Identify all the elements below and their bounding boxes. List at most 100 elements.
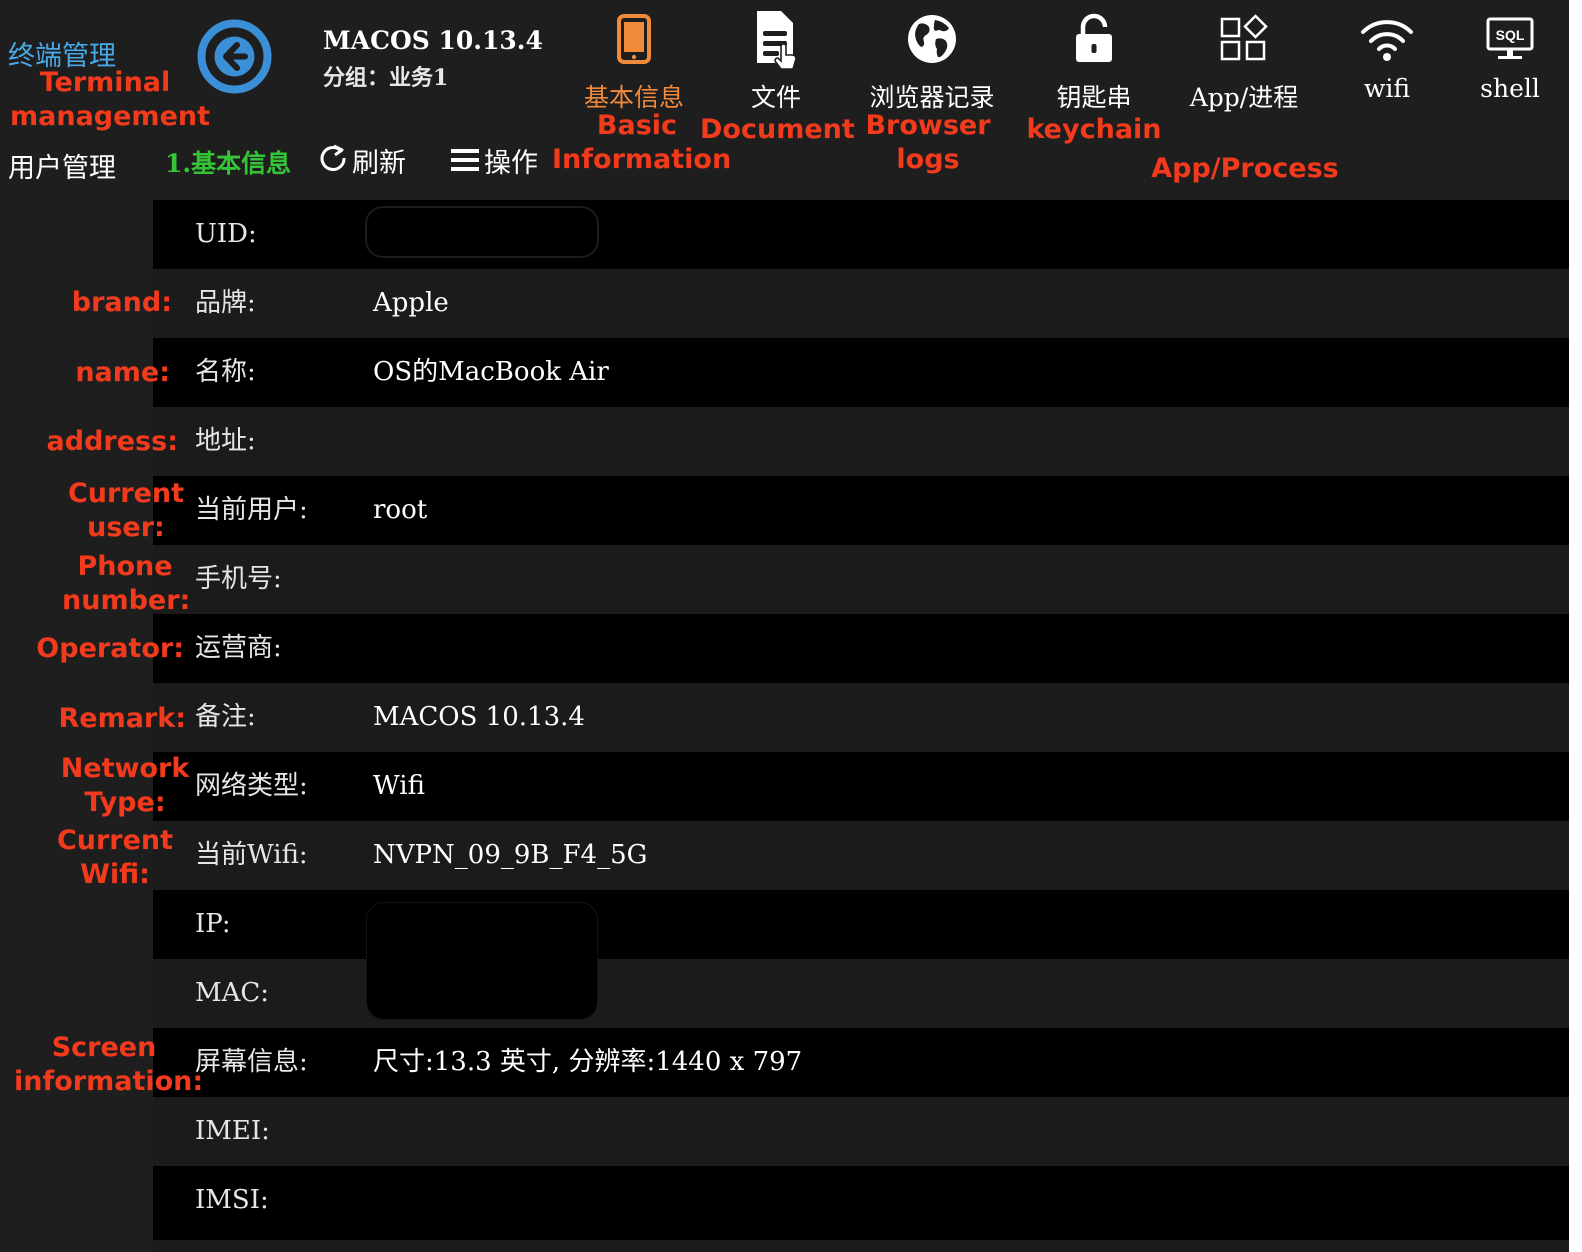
row-current-user: 当前用户: root xyxy=(153,476,1569,545)
right-gutter xyxy=(1569,0,1582,1252)
sql-badge-text: SQL xyxy=(1496,27,1525,43)
row-current-wifi: 当前Wifi: NVPN_09_9B_F4_5G xyxy=(153,821,1569,890)
arrow-left-circle-icon xyxy=(197,19,272,94)
annotation-name: name: xyxy=(75,357,170,388)
row-network-type: 网络类型: Wifi xyxy=(153,752,1569,821)
annotation-app-process: App/Process xyxy=(1151,153,1339,184)
refresh-icon xyxy=(320,144,346,171)
row-screen: 屏幕信息: 尺寸:13.3 英寸, 分辨率:1440 x 797 xyxy=(153,1028,1569,1097)
annotation-line: Phone xyxy=(77,551,173,582)
tab-shell-label: shell xyxy=(1480,74,1540,103)
annotation-phone-number: Phone number: xyxy=(62,550,191,618)
tab-app-process-label: App/进程 xyxy=(1189,83,1299,112)
address-label: 地址: xyxy=(195,426,256,456)
tab-document-label: 文件 xyxy=(750,83,801,112)
row-brand: 品牌: Apple xyxy=(153,269,1569,338)
annotation-line: Information xyxy=(552,144,732,175)
ip-label: IP: xyxy=(195,909,231,939)
annotation-line: logs xyxy=(896,144,960,175)
annotation-keychain: keychain xyxy=(1026,114,1162,145)
annotation-line: Type: xyxy=(84,787,166,818)
tab-wifi-label: wifi xyxy=(1363,74,1411,103)
annotation-current-user: Current user: xyxy=(66,477,186,545)
current-user-label: 当前用户: xyxy=(195,495,308,525)
wifi-icon xyxy=(1317,10,1457,68)
network-type-value: Wifi xyxy=(373,771,425,801)
mac-label: MAC: xyxy=(195,978,270,1008)
annotation-network-type: Network Type: xyxy=(60,752,190,820)
operations-label: 操作 xyxy=(484,147,538,179)
name-label: 名称: xyxy=(195,357,256,387)
row-imei: IMEI: xyxy=(153,1097,1569,1166)
screen-label: 屏幕信息: xyxy=(195,1047,308,1077)
annotation-line: Basic xyxy=(596,110,678,141)
network-type-label: 网络类型: xyxy=(195,771,308,801)
phone-label: 手机号: xyxy=(195,564,282,594)
brand-value: Apple xyxy=(373,288,449,318)
sql-monitor-icon: SQL xyxy=(1440,10,1580,68)
annotation-line: Network xyxy=(60,753,190,784)
current-wifi-value: NVPN_09_9B_F4_5G xyxy=(373,840,648,870)
bottom-strip xyxy=(153,1240,1569,1252)
annotation-line: information: xyxy=(14,1066,204,1097)
uid-label: UID: xyxy=(195,219,257,249)
annotation-browser-logs: Browser logs xyxy=(860,109,996,177)
row-address: 地址: xyxy=(153,407,1569,476)
section-title: 1.基本信息 xyxy=(165,149,292,178)
operator-label: 运营商: xyxy=(195,633,282,663)
annotation-line: management xyxy=(10,101,211,132)
annotation-line: Terminal xyxy=(39,67,171,98)
ip-mac-redaction-box xyxy=(366,902,598,1020)
annotation-line: number: xyxy=(62,585,191,616)
name-value: OS的MacBook Air xyxy=(373,357,609,387)
annotation-line: Current xyxy=(67,478,185,509)
annotation-line: Screen xyxy=(51,1032,157,1063)
operations-button[interactable]: 操作 xyxy=(450,140,538,180)
annotation-document: Document xyxy=(700,114,855,145)
row-operator: 运营商: xyxy=(153,614,1569,683)
tab-keychain-label: 钥匙串 xyxy=(1056,83,1132,112)
annotation-line: Wifi: xyxy=(80,859,150,890)
annotation-brand: brand: xyxy=(71,287,172,318)
annotation-basic-information: Basic Information xyxy=(552,109,732,177)
annotation-line: Browser xyxy=(865,110,991,141)
phone-icon xyxy=(564,10,704,68)
uid-field[interactable] xyxy=(365,206,599,258)
tab-shell[interactable]: SQL shell xyxy=(1440,8,1580,118)
row-phone: 手机号: xyxy=(153,545,1569,614)
device-group-label: 分组：业务1 xyxy=(323,65,449,91)
lock-icon xyxy=(1024,10,1164,68)
menu-icon xyxy=(451,149,479,171)
document-icon xyxy=(706,10,846,70)
annotation-current-wifi: Current Wifi: xyxy=(56,824,174,892)
tab-wifi[interactable]: wifi xyxy=(1317,8,1457,118)
apps-grid-icon xyxy=(1174,10,1314,68)
tab-app-process[interactable]: App/进程 xyxy=(1174,8,1314,118)
current-user-value: root xyxy=(373,495,428,525)
annotation-address: address: xyxy=(46,426,178,457)
tab-document[interactable]: 文件 xyxy=(706,8,846,118)
annotation-line: Current xyxy=(56,825,174,856)
annotation-terminal-management: Terminal management xyxy=(10,66,211,134)
row-name: 名称: OS的MacBook Air xyxy=(153,338,1569,407)
screen-value: 尺寸:13.3 英寸, 分辨率:1440 x 797 xyxy=(373,1047,803,1077)
imsi-label: IMSI: xyxy=(195,1185,269,1215)
tab-keychain[interactable]: 钥匙串 xyxy=(1024,8,1164,118)
row-imsi: IMSI: xyxy=(153,1166,1569,1235)
remark-label: 备注: xyxy=(195,702,256,732)
imei-label: IMEI: xyxy=(195,1116,270,1146)
refresh-button[interactable]: 刷新 xyxy=(320,140,406,180)
annotation-screen-information: Screen information: xyxy=(14,1031,204,1099)
row-remark: 备注: MACOS 10.13.4 xyxy=(153,683,1569,752)
annotation-operator: Operator: xyxy=(36,633,184,664)
device-title: MACOS 10.13.4 xyxy=(323,26,543,55)
tab-browser-logs[interactable]: 浏览器记录 xyxy=(862,8,1002,118)
remark-value: MACOS 10.13.4 xyxy=(373,702,585,732)
annotation-remark: Remark: xyxy=(58,703,186,734)
brand-label: 品牌: xyxy=(195,288,256,318)
back-button[interactable] xyxy=(196,18,273,95)
globe-icon xyxy=(862,10,1002,68)
sidebar-item-user-management[interactable]: 用户管理 xyxy=(8,146,116,185)
annotation-line: user: xyxy=(87,512,165,543)
tab-basic-info[interactable]: 基本信息 xyxy=(564,8,704,118)
